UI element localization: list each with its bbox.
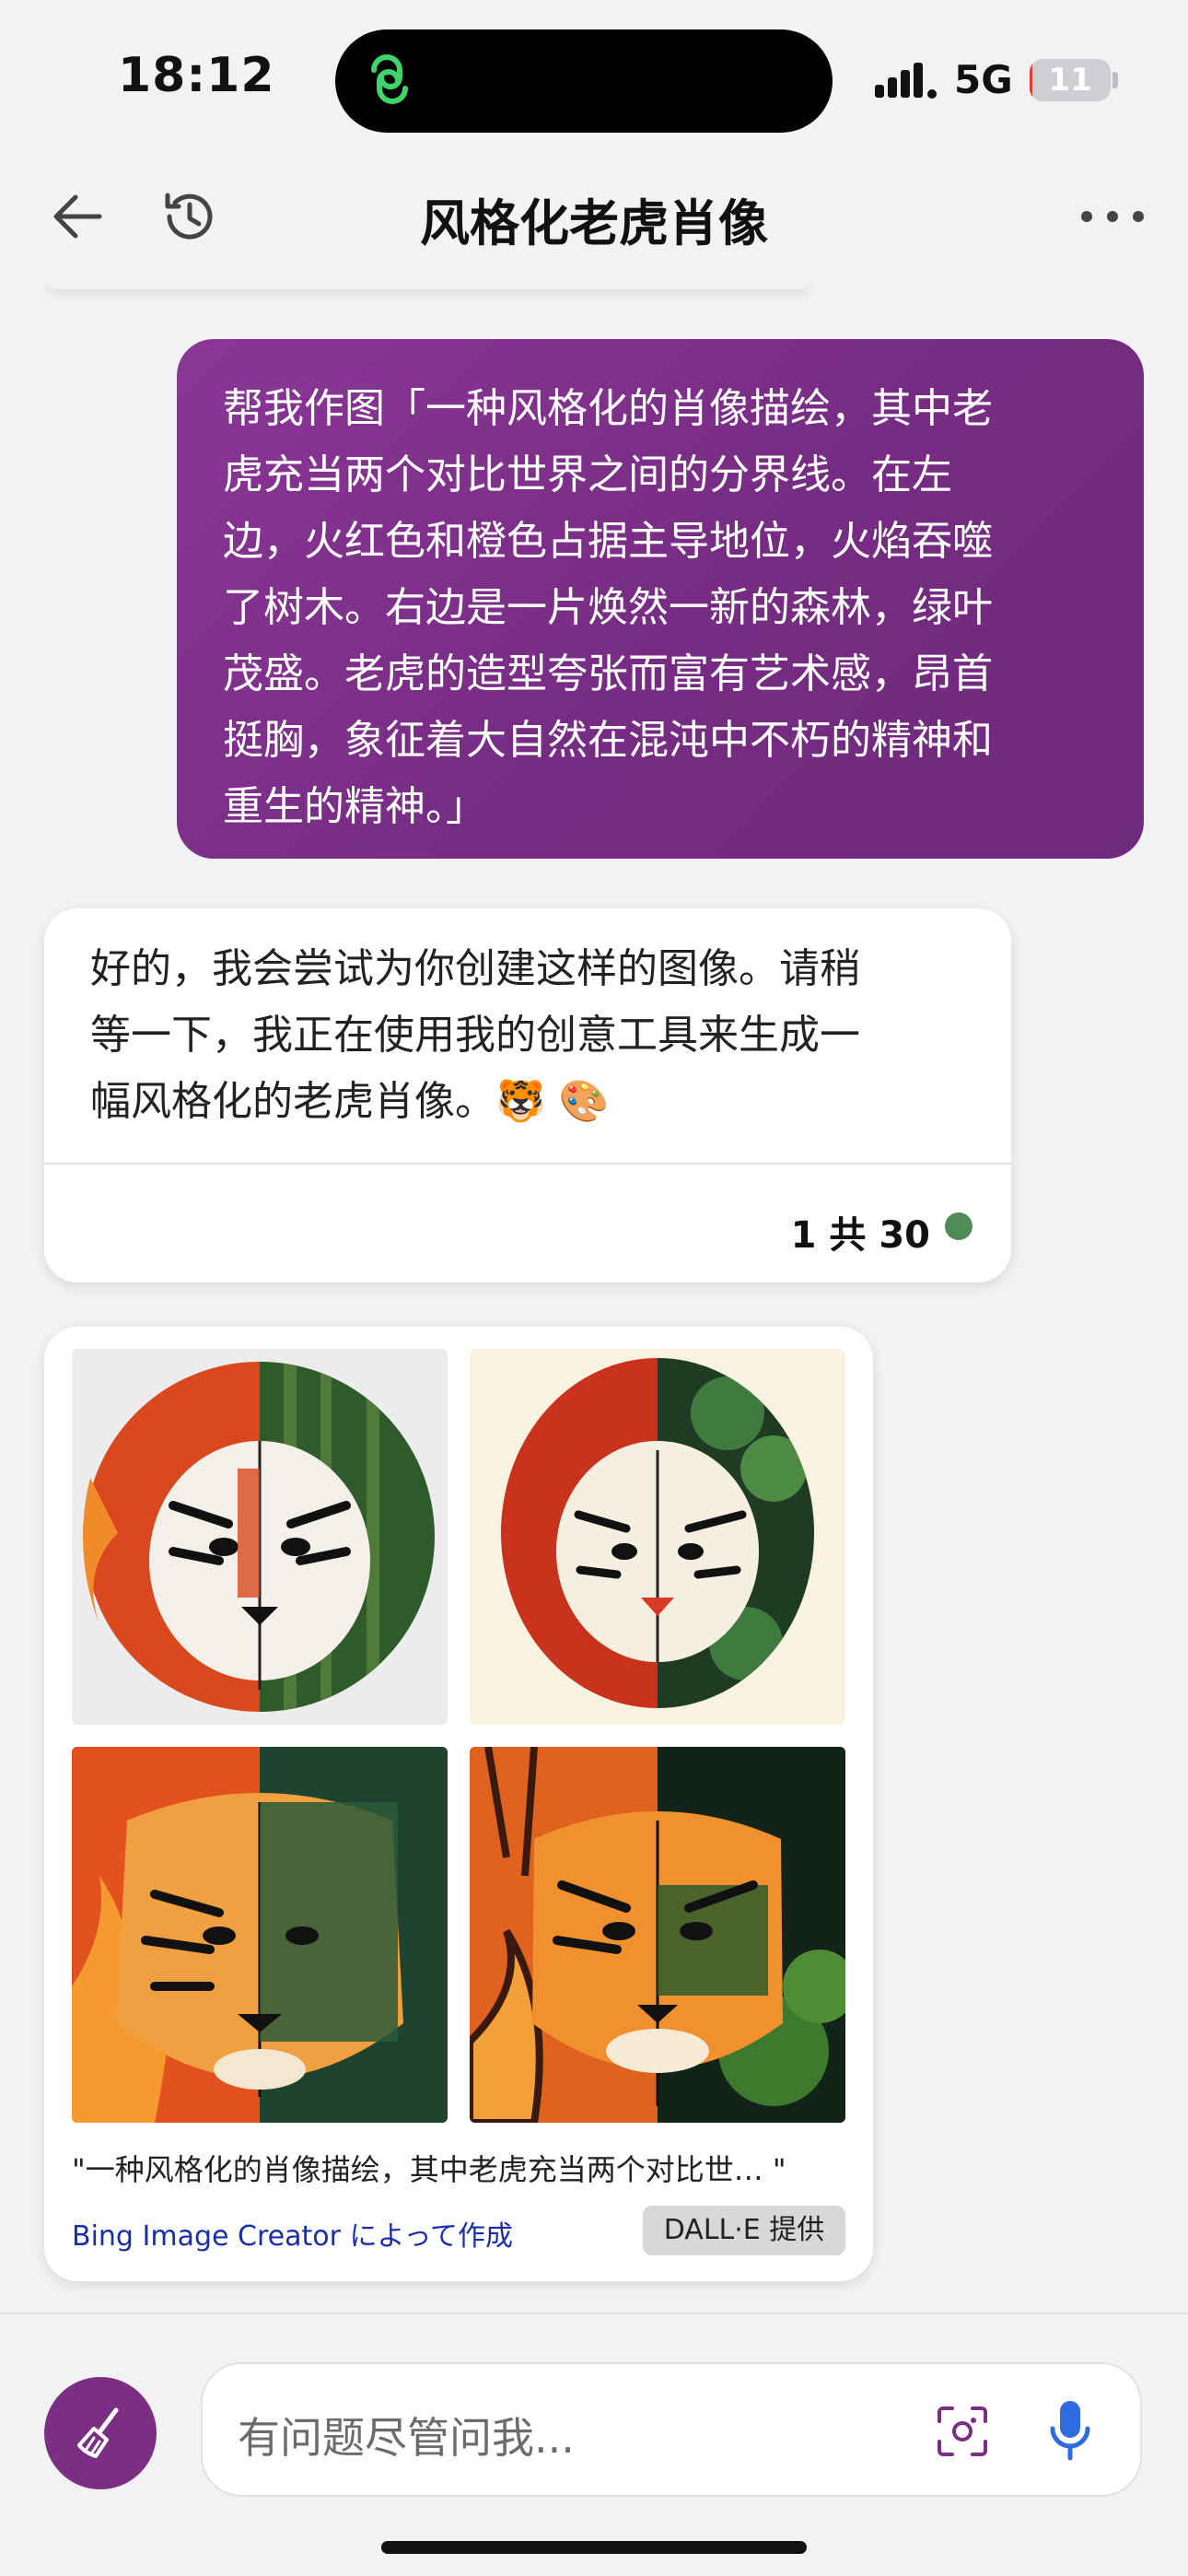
broom-icon [77, 2407, 119, 2458]
tiger-image-3 [72, 1747, 448, 2123]
chat-input-placeholder: 有问题尽管问我... [238, 2413, 575, 2463]
battery-level: 11 [1048, 62, 1092, 99]
user-message-line: 茂盛。老虎的造型夸张而富有艺术感，昂首 [223, 650, 993, 697]
chat-input[interactable]: 有问题尽管问我... [201, 2362, 1142, 2497]
status-time: 18:12 [118, 48, 275, 103]
composer-divider [0, 2313, 1188, 2314]
status-dot [945, 1212, 973, 1240]
user-message-line: 虎充当两个对比世界之间的分界线。在左 [223, 451, 952, 498]
dynamic-island [335, 29, 833, 133]
image-caption: "一种风格化的肖像描绘，其中老虎充当两个对比世… " [72, 2152, 786, 2187]
user-message-line: 边，火红色和橙色占据主导地位，火焰吞噬 [223, 518, 993, 565]
user-message-line: 了树木。右边是一片焕然一新的森林，绿叶 [223, 584, 993, 631]
assistant-message-text: 好的，我会尝试为你创建这样的图像。请稍 等一下，我正在使用我的创意工具来生成一 … [90, 936, 993, 1135]
generated-image-4[interactable] [470, 1747, 845, 2123]
microphone-icon[interactable] [1048, 2399, 1092, 2464]
user-message-line: 帮我作图「一种风格化的肖像描绘，其中老 [223, 385, 993, 432]
generated-image-1[interactable] [72, 1349, 448, 1725]
tiger-image-4 [470, 1747, 845, 2123]
previous-message-edge [46, 278, 810, 289]
assistant-message-bubble: 好的，我会尝试为你创建这样的图像。请稍 等一下，我正在使用我的创意工具来生成一 … [44, 908, 1011, 1282]
signal-icon [875, 63, 937, 99]
assistant-message-line: 幅风格化的老虎肖像。🐯 🎨 [90, 1078, 610, 1125]
generated-image-2[interactable] [470, 1349, 845, 1725]
generated-image-3[interactable] [72, 1747, 448, 2123]
scan-icon[interactable] [936, 2405, 989, 2458]
assistant-message-line: 好的，我会尝试为你创建这样的图像。请稍 [90, 945, 860, 992]
tiger-image-1 [83, 1362, 435, 1712]
home-indicator [381, 2541, 807, 2554]
page-title: 风格化老虎肖像 [420, 194, 768, 252]
status-bar: 18:12 5G 11 [0, 0, 1188, 157]
user-message-bubble: 帮我作图「一种风格化的肖像描绘，其中老 虎充当两个对比世界之间的分界线。在左 边… [177, 339, 1144, 859]
dalle-badge: DALL·E 提供 [643, 2206, 845, 2255]
more-icon[interactable] [1076, 203, 1149, 230]
user-message-line: 重生的精神。」 [223, 783, 486, 830]
network-type: 5G [954, 57, 1013, 102]
bing-image-creator-link[interactable]: Bing Image Creator によって作成 [72, 2213, 513, 2254]
new-topic-button[interactable] [44, 2377, 157, 2489]
image-results-card: "一种风格化的肖像描绘，其中老虎充当两个对比世… " Bing Image Cr… [44, 1327, 873, 2281]
battery-tip [1112, 72, 1118, 88]
message-divider [44, 1163, 1011, 1165]
copilot-logo-icon [371, 54, 408, 104]
assistant-message-line: 等一下，我正在使用我的创意工具来生成一 [90, 1012, 860, 1059]
battery-indicator: 11 [1030, 59, 1111, 101]
user-message-line: 挺胸，象征着大自然在混沌中不朽的精神和 [223, 717, 993, 764]
tiger-image-2 [501, 1358, 814, 1708]
turn-counter: 1 共 30 [790, 1214, 930, 1257]
chat-header: 风格化老虎肖像 [0, 157, 1188, 281]
